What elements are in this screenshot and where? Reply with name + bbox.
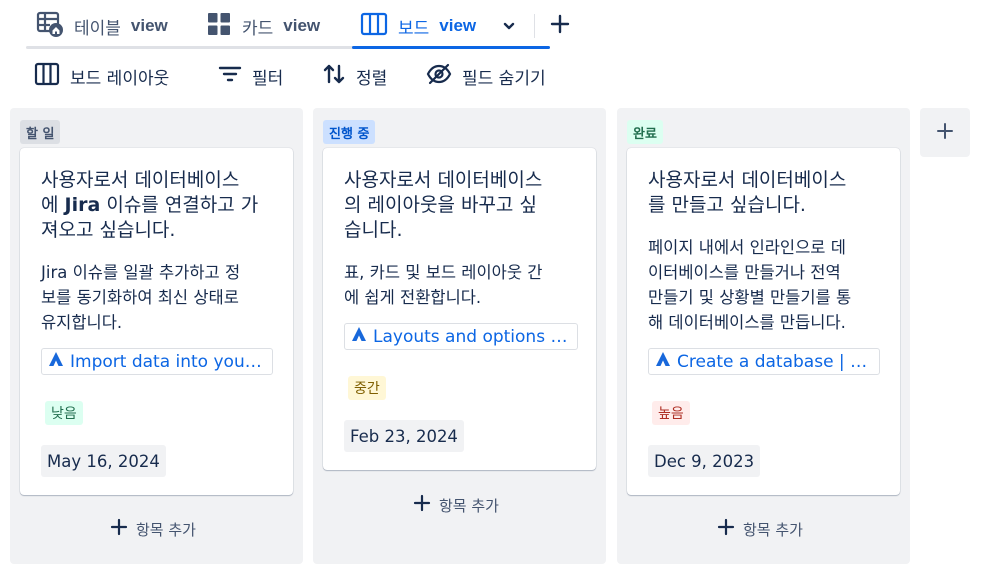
add-column-button[interactable]: [920, 108, 970, 157]
sort-label: 정렬: [356, 68, 388, 89]
date-lozenge: May 16, 2024: [41, 445, 166, 477]
chevron-down-icon[interactable]: [502, 19, 516, 33]
board-column-in-progress: 진행 중 사용자로서 데이터베이스 의 레이아웃을 바꾸고 싶 습니다. 표, …: [313, 108, 606, 564]
card-title: 사용자로서 데이터베이스 의 레이아웃을 바꾸고 싶 습니다.: [344, 169, 543, 241]
date-lozenge: Dec 9, 2023: [648, 445, 761, 477]
card-description: 페이지 내에서 인라인으로 데 이터베이스를 만들거나 전역 만들기 및 상황별…: [648, 238, 852, 332]
date-lozenge: Feb 23, 2024: [344, 420, 464, 452]
plus-icon: [936, 122, 954, 144]
board-columns-icon: [360, 11, 388, 42]
card-title: 사용자로서 데이터베이스 를 만들고 싶습니다.: [648, 169, 847, 216]
add-item-button[interactable]: 항목 추가: [413, 490, 499, 520]
filter-icon: [218, 64, 242, 89]
board-columns-icon: [34, 62, 60, 91]
add-item-label: 항목 추가: [743, 520, 803, 539]
confluence-logo-icon: [351, 326, 367, 347]
board-column-done: 완료 사용자로서 데이터베이스 를 만들고 싶습니다. 페이지 내에서 인라인으…: [617, 108, 910, 564]
board-toolbar: 보드 레이아웃 필터 정렬 필드 숨기기: [34, 60, 594, 92]
smart-link[interactable]: Import data into your da...: [41, 348, 273, 375]
plus-icon: [110, 518, 128, 540]
board-card[interactable]: 사용자로서 데이터베이스 에 Jira 이슈를 연결하고 가 져오고 싶습니다.…: [20, 148, 293, 495]
tab-board-label-view: view: [439, 16, 477, 35]
status-badge: 할 일: [20, 120, 61, 144]
jira-keyword: Jira: [64, 194, 101, 216]
priority-badge: 중간: [348, 376, 386, 400]
smart-link-text: Import data into your da...: [70, 351, 266, 372]
add-item-label: 항목 추가: [136, 520, 196, 539]
smart-link-text: Layouts and options | C...: [373, 326, 571, 347]
tab-divider: [534, 14, 535, 38]
table-home-icon: [36, 10, 64, 43]
tab-card-label: 카드: [242, 18, 274, 39]
hide-fields-label: 필드 숨기기: [462, 68, 546, 89]
sort-button[interactable]: 정렬: [322, 60, 387, 92]
tab-card-label-view: view: [283, 16, 321, 35]
tab-board-view[interactable]: 보드 view: [360, 8, 516, 44]
add-item-button[interactable]: 항목 추가: [717, 514, 803, 544]
sort-arrows-icon: [322, 63, 346, 90]
hide-fields-button[interactable]: 필드 숨기기: [426, 60, 546, 92]
eye-slash-icon: [426, 63, 452, 90]
tab-table-label: 테이블: [74, 18, 121, 39]
smart-link-text: Create a database | Conf...: [677, 351, 873, 372]
board-column-todo: 할 일 사용자로서 데이터베이스 에 Jira 이슈를 연결하고 가 져오고 싶…: [10, 108, 303, 564]
confluence-logo-icon: [48, 351, 64, 372]
card-title: 사용자로서 데이터베이스 에 Jira 이슈를 연결하고 가 져오고 싶습니다.: [41, 169, 259, 241]
board-card[interactable]: 사용자로서 데이터베이스 를 만들고 싶습니다. 페이지 내에서 인라인으로 데…: [627, 148, 900, 495]
smart-link[interactable]: Layouts and options | C...: [344, 323, 578, 350]
add-item-button[interactable]: 항목 추가: [110, 514, 196, 544]
plus-icon: [413, 494, 431, 516]
board-card[interactable]: 사용자로서 데이터베이스 의 레이아웃을 바꾸고 싶 습니다. 표, 카드 및 …: [323, 148, 596, 470]
active-tab-underline: [352, 46, 550, 49]
smart-link[interactable]: Create a database | Conf...: [648, 348, 880, 375]
card-description: 표, 카드 및 보드 레이아웃 간 에 쉽게 전환합니다.: [344, 263, 543, 307]
add-view-button[interactable]: [546, 12, 574, 40]
tab-table-label-view: view: [130, 16, 168, 35]
plus-icon: [550, 14, 570, 38]
card-description: Jira 이슈를 일괄 추가하고 정 보를 동기화하여 최신 상태로 유지합니다…: [41, 263, 241, 332]
add-item-label: 항목 추가: [439, 496, 499, 515]
filter-label: 필터: [252, 68, 284, 89]
tab-card-view[interactable]: 카드 view: [206, 8, 320, 44]
tab-table-view[interactable]: 테이블 view: [36, 8, 168, 44]
view-tabs: 테이블 view 카드 view 보드 view: [26, 0, 550, 52]
status-badge: 완료: [627, 120, 663, 144]
priority-badge: 높음: [652, 401, 690, 425]
tab-board-label: 보드: [398, 18, 430, 39]
filter-button[interactable]: 필터: [218, 60, 283, 92]
confluence-logo-icon: [655, 351, 671, 372]
plus-icon: [717, 518, 735, 540]
status-badge: 진행 중: [323, 120, 376, 144]
board-layout-button[interactable]: 보드 레이아웃: [34, 60, 169, 92]
board-layout-label: 보드 레이아웃: [70, 68, 170, 89]
card-grid-icon: [206, 11, 232, 42]
priority-badge: 낮음: [45, 401, 83, 425]
